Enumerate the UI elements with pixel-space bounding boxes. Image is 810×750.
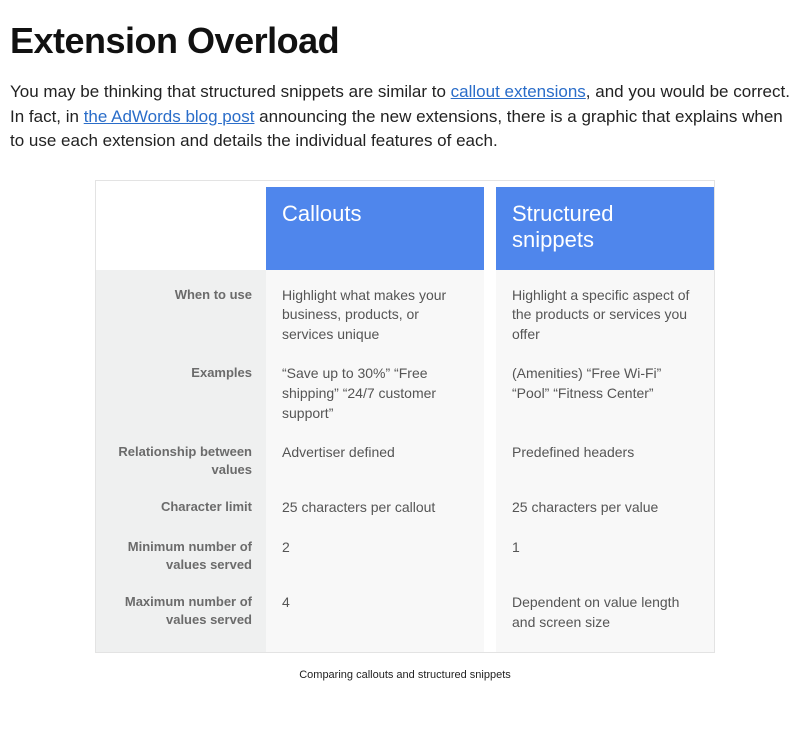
row-gap [484,522,496,577]
row-gap [484,577,496,652]
section-heading: Extension Overload [10,20,800,62]
table-header-blank [96,187,266,270]
row-cell-snippets: 25 characters per value [496,482,714,522]
row-cell-callouts: Advertiser defined [266,427,484,482]
row-gap [484,348,496,427]
row-gap [484,270,496,349]
row-cell-callouts: 4 [266,577,484,652]
row-label: Maximum number of values served [96,577,266,652]
row-label: Relationship between values [96,427,266,482]
row-cell-snippets: 1 [496,522,714,577]
row-cell-callouts: 25 characters per callout [266,482,484,522]
row-cell-callouts: Highlight what makes your business, prod… [266,270,484,349]
comparison-table: Callouts Structured snippets When to use… [96,187,714,652]
row-label: When to use [96,270,266,349]
callout-extensions-link[interactable]: callout extensions [451,82,586,101]
comparison-figure: Callouts Structured snippets When to use… [10,174,800,681]
row-gap [484,482,496,522]
adwords-blog-post-link[interactable]: the AdWords blog post [84,107,255,126]
row-cell-callouts: “Save up to 30%” “Free shipping” “24/7 c… [266,348,484,427]
intro-paragraph: You may be thinking that structured snip… [10,80,800,154]
row-cell-snippets: Dependent on value length and screen siz… [496,577,714,652]
table-header-structured-snippets: Structured snippets [496,187,714,270]
row-label: Character limit [96,482,266,522]
row-cell-snippets: Highlight a specific aspect of the produ… [496,270,714,349]
intro-text-1: You may be thinking that structured snip… [10,82,451,101]
row-cell-callouts: 2 [266,522,484,577]
row-label: Examples [96,348,266,427]
comparison-table-container: Callouts Structured snippets When to use… [95,180,715,653]
row-cell-snippets: Predefined headers [496,427,714,482]
figure-caption: Comparing callouts and structured snippe… [10,669,800,681]
table-header-gap [484,187,496,270]
row-label: Minimum number of values served [96,522,266,577]
row-gap [484,427,496,482]
row-cell-snippets: (Amenities) “Free Wi-Fi” “Pool” “Fitness… [496,348,714,427]
table-header-callouts: Callouts [266,187,484,270]
